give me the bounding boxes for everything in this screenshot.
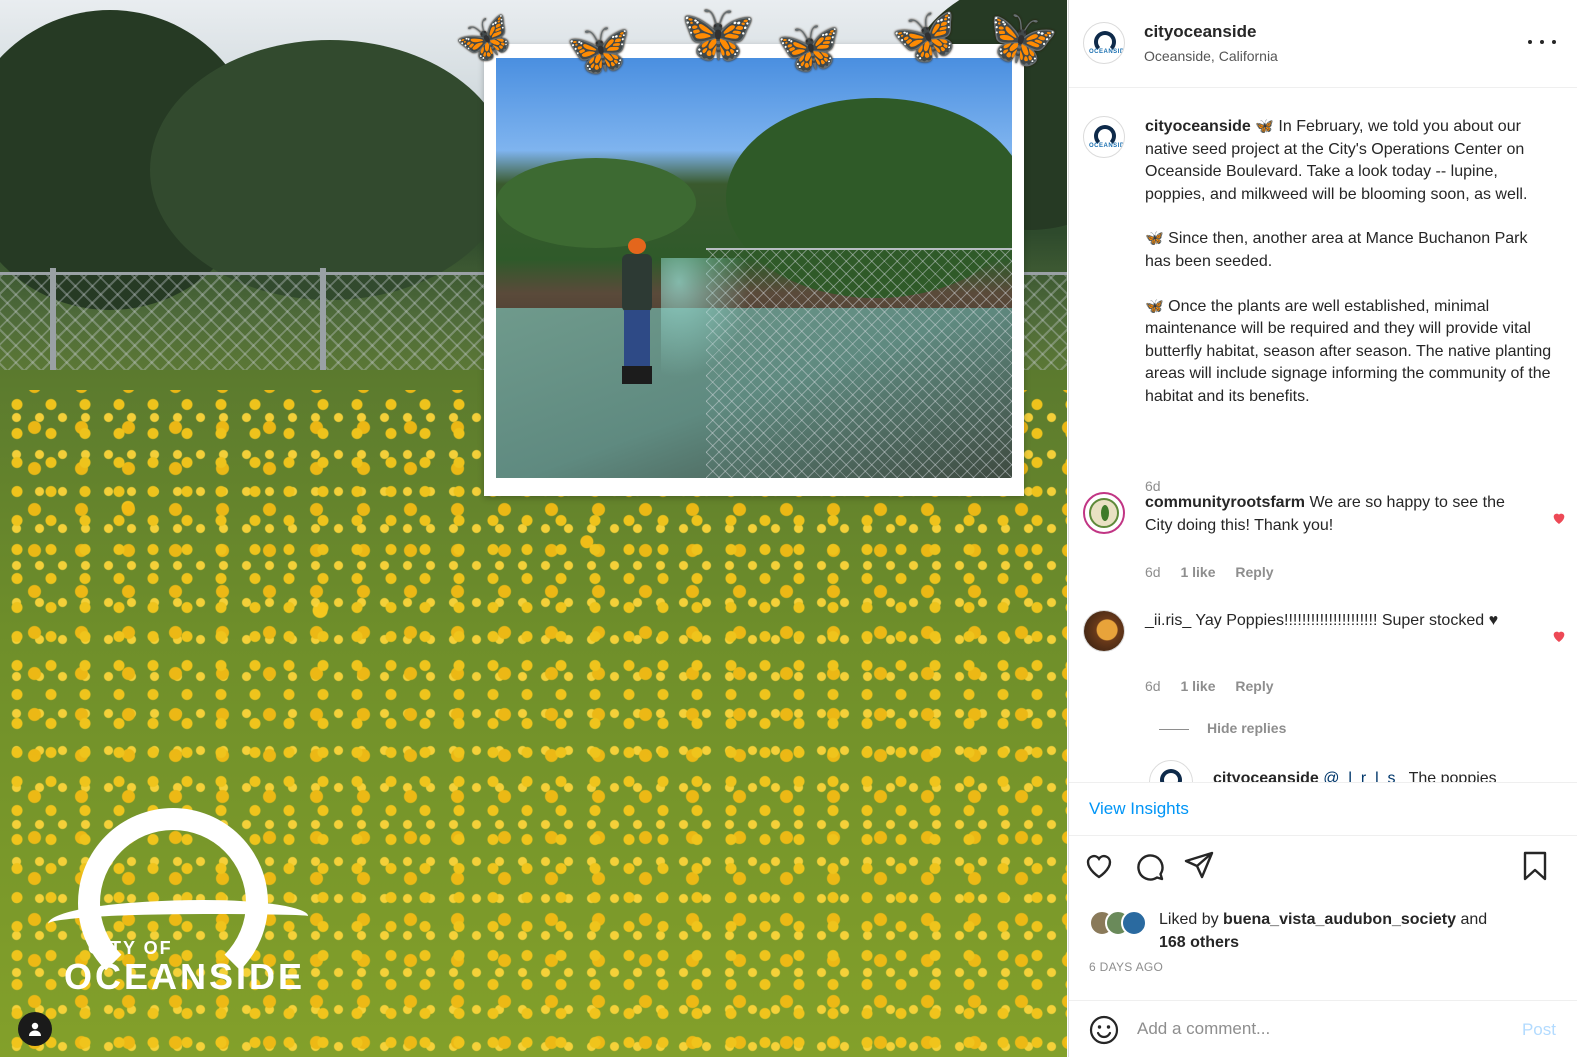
post-panel: OCEANSIDE cityoceanside Oceanside, Calif… bbox=[1068, 0, 1577, 1057]
comment-text: _ii.ris_ Yay Poppies!!!!!!!!!!!!!!!!!!!!… bbox=[1145, 610, 1515, 633]
caption-username[interactable]: cityoceanside bbox=[1145, 118, 1251, 135]
liker-avatars[interactable] bbox=[1089, 910, 1159, 938]
comment-username[interactable]: communityrootsfarm bbox=[1145, 494, 1305, 511]
comment-meta: 6d 1 like Reply bbox=[1145, 678, 1274, 694]
inset-photo bbox=[496, 58, 1012, 478]
butterfly-icon: 🦋 bbox=[1255, 118, 1274, 135]
action-bar bbox=[1069, 850, 1577, 890]
butterfly-icon: 🦋 bbox=[776, 19, 841, 77]
butterfly-icon: 🦋 bbox=[671, 0, 759, 75]
post-comment-button[interactable]: Post bbox=[1522, 1020, 1556, 1040]
like-button[interactable] bbox=[1083, 850, 1115, 882]
reply-button[interactable]: Reply bbox=[1235, 564, 1273, 580]
heart-icon[interactable] bbox=[1551, 628, 1567, 644]
caption-paragraph: Since then, another area at Mance Buchan… bbox=[1145, 230, 1528, 270]
inset-fence bbox=[706, 248, 1012, 478]
view-insights-link[interactable]: View Insights bbox=[1089, 799, 1189, 819]
caption-text: cityoceanside 🦋 In February, we told you… bbox=[1145, 116, 1555, 409]
seed-spray bbox=[661, 258, 751, 378]
reply-text: cityoceanside @_l_r_l_s_ The poppies bbox=[1213, 770, 1497, 782]
liked-by-others[interactable]: 168 others bbox=[1159, 934, 1239, 951]
comment-likes[interactable]: 1 like bbox=[1180, 678, 1215, 694]
likes-text: Liked by buena_vista_audubon_society and… bbox=[1159, 908, 1559, 954]
hide-replies-button[interactable]: Hide replies bbox=[1159, 720, 1286, 736]
reply-username[interactable]: cityoceanside bbox=[1213, 770, 1319, 782]
comment-body: Yay Poppies!!!!!!!!!!!!!!!!!!!!! Super s… bbox=[1195, 612, 1499, 629]
add-comment-bar: Post bbox=[1069, 1000, 1577, 1057]
butterfly-icon: 🦋 bbox=[887, 1, 964, 73]
comment-button[interactable] bbox=[1133, 850, 1165, 882]
comment-time[interactable]: 6d bbox=[1145, 564, 1161, 580]
bookmark-icon bbox=[1523, 851, 1547, 881]
avatar[interactable] bbox=[1083, 492, 1125, 534]
avatar[interactable]: OCEANSIDE bbox=[1083, 116, 1125, 158]
logo-name-text: OCEANSIDE bbox=[64, 956, 306, 997]
butterfly-icon: 🦋 bbox=[1145, 230, 1164, 248]
header-location[interactable]: Oceanside, California bbox=[1144, 48, 1278, 64]
worker-figure bbox=[614, 238, 658, 388]
tree bbox=[150, 40, 510, 300]
reply-button[interactable]: Reply bbox=[1235, 678, 1273, 694]
butterfly-icon: 🦋 bbox=[566, 21, 631, 79]
post-header: OCEANSIDE cityoceanside Oceanside, Calif… bbox=[1069, 0, 1577, 88]
avatar[interactable] bbox=[1083, 610, 1125, 652]
user-tag-icon[interactable] bbox=[18, 1012, 52, 1046]
header-username[interactable]: cityoceanside bbox=[1144, 22, 1256, 42]
comments-list[interactable]: OCEANSIDE cityoceanside 🦋 In February, w… bbox=[1069, 88, 1577, 782]
reply-body: The poppies bbox=[1408, 770, 1497, 782]
liked-by-user[interactable]: buena_vista_audubon_society bbox=[1223, 911, 1456, 928]
city-logo: CITY OF OCEANSIDE bbox=[48, 808, 318, 998]
comment-meta: 6d 1 like Reply bbox=[1145, 564, 1274, 580]
emoji-icon[interactable] bbox=[1089, 1015, 1119, 1045]
caption-paragraph-row: 🦋 Since then, another area at Mance Buch… bbox=[1145, 228, 1555, 273]
save-button[interactable] bbox=[1519, 850, 1551, 882]
comment-username[interactable]: _ii.ris_ bbox=[1145, 612, 1191, 629]
post-media[interactable]: 🦋 🦋 🦋 🦋 🦋 🦋 CITY OF OCEANSIDE bbox=[0, 0, 1067, 1057]
inset-trees bbox=[496, 158, 696, 248]
post-timestamp[interactable]: 6 DAYS AGO bbox=[1089, 960, 1163, 974]
comment-input[interactable] bbox=[1137, 1011, 1497, 1047]
share-button[interactable] bbox=[1183, 850, 1215, 882]
more-icon[interactable] bbox=[1528, 32, 1556, 52]
comment-icon bbox=[1137, 854, 1164, 881]
likes-summary: Liked by buena_vista_audubon_society and… bbox=[1089, 906, 1569, 956]
liked-by-prefix: Liked by bbox=[1159, 911, 1219, 928]
heart-icon[interactable] bbox=[1551, 510, 1567, 526]
heart-icon bbox=[1086, 854, 1112, 879]
insights-bar: View Insights bbox=[1069, 782, 1577, 836]
liked-by-and: and bbox=[1460, 911, 1488, 928]
reply-mention[interactable]: @_l_r_l_s_ bbox=[1323, 770, 1404, 782]
butterfly-icon: 🦋 bbox=[1145, 297, 1164, 315]
comment-text: communityrootsfarm We are so happy to se… bbox=[1145, 492, 1515, 537]
caption-paragraph-row: 🦋 Once the plants are well established, … bbox=[1145, 296, 1555, 409]
avatar[interactable]: OCEANSIDE bbox=[1083, 22, 1125, 64]
comment-likes[interactable]: 1 like bbox=[1180, 564, 1215, 580]
caption-paragraph: Once the plants are well established, mi… bbox=[1145, 297, 1552, 405]
avatar[interactable]: OCEANSIDE bbox=[1149, 760, 1193, 782]
comment-time[interactable]: 6d bbox=[1145, 678, 1161, 694]
share-icon bbox=[1184, 851, 1214, 879]
inset-photo-frame bbox=[484, 44, 1024, 496]
avatar bbox=[1121, 910, 1147, 936]
